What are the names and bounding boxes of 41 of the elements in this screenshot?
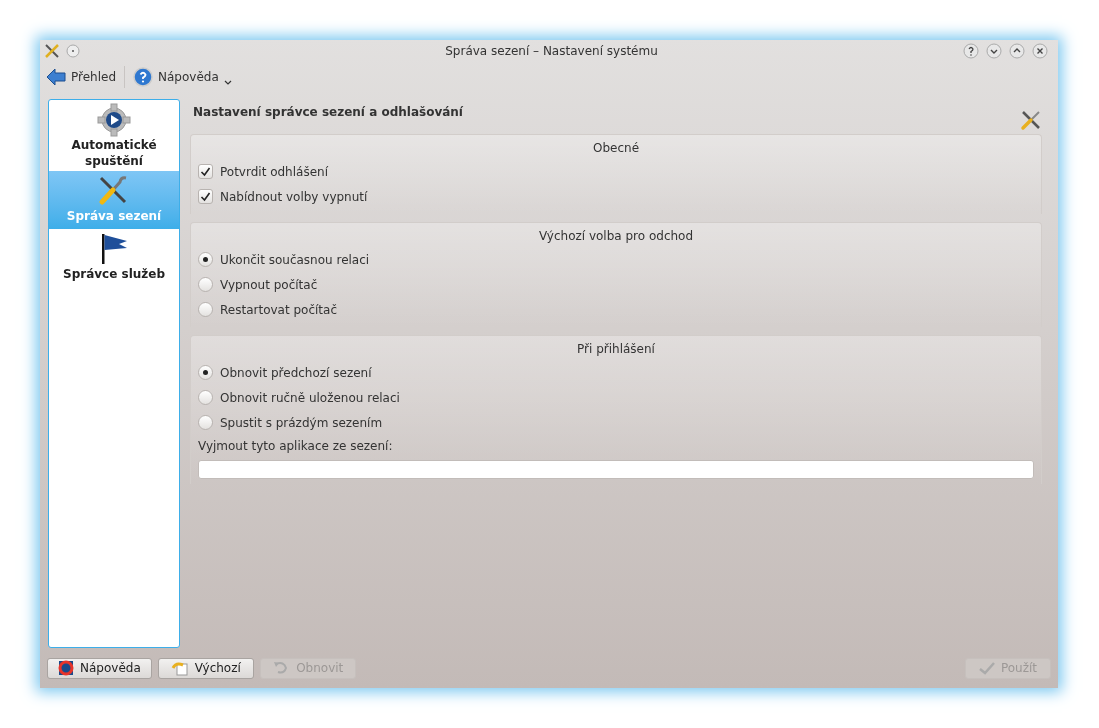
checkbox[interactable] (198, 164, 213, 179)
tools-icon[interactable] (44, 43, 60, 59)
field-label: Vyjmout tyto aplikace ze sezení: (198, 438, 394, 455)
radio-button[interactable] (198, 252, 213, 267)
maximize-icon[interactable] (1009, 43, 1025, 59)
input-field[interactable] (198, 460, 1034, 479)
sidebar-item[interactable]: Automatické spuštění (49, 100, 179, 171)
group-title: Při přihlášení (576, 341, 656, 358)
help-icon (133, 67, 154, 87)
option-label: Obnovit předchozí sezení (220, 364, 372, 382)
radio-button[interactable] (198, 365, 213, 380)
window-title: Správa sezení – Nastavení systému (445, 43, 658, 60)
help-button[interactable]: Nápověda (133, 67, 232, 87)
back-arrow-icon (46, 68, 66, 86)
option-label: Nabídnout volby vypnutí (220, 188, 368, 206)
option-label: Spustit s prázdým sezením (220, 414, 383, 432)
minimize-icon[interactable] (986, 43, 1002, 59)
option-label: Vypnout počítač (220, 276, 318, 294)
tools-icon (1020, 109, 1042, 131)
defaults-button[interactable]: Výchozí (157, 657, 254, 679)
group-title: Obecné (592, 140, 640, 157)
option-label: Obnovit ručně uloženou relaci (220, 389, 400, 407)
back-button[interactable]: Přehled (46, 68, 117, 86)
group-title: Výchozí volba pro odchod (537, 228, 695, 245)
button-icon (978, 661, 995, 675)
help-icon[interactable] (963, 43, 979, 59)
radio-button[interactable] (198, 415, 213, 430)
gear-play-icon (97, 103, 131, 137)
option-label: Ukončit současnou relaci (220, 251, 370, 269)
button-icon (170, 660, 189, 676)
button-icon (58, 660, 74, 676)
radio-button[interactable] (198, 277, 213, 292)
checkbox[interactable] (198, 189, 213, 204)
sidebar-item[interactable]: Správce služeb (49, 229, 179, 287)
radio-button[interactable] (198, 302, 213, 317)
option-label: Restartovat počítač (220, 301, 337, 319)
close-icon[interactable] (1032, 43, 1048, 59)
help-button[interactable]: Nápověda (47, 657, 152, 679)
page-title: Nastavení správce sezení a odhlašování (193, 104, 463, 121)
radio-button[interactable] (198, 390, 213, 405)
option-label: Potvrdit odhlášení (220, 163, 328, 181)
